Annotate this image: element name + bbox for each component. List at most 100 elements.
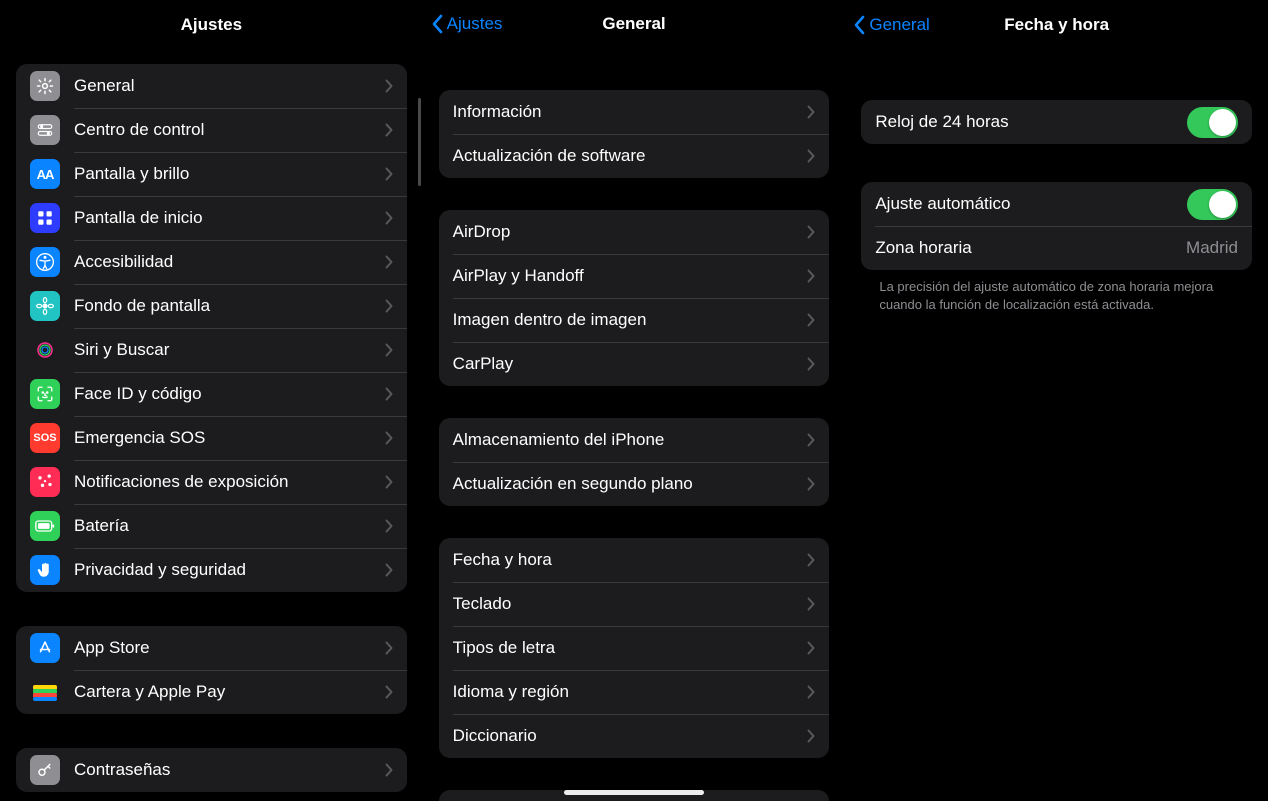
row-label: Ajuste automático xyxy=(875,194,1010,214)
settings-row[interactable]: SOSEmergencia SOS xyxy=(16,416,407,460)
toggle-auto[interactable] xyxy=(1187,189,1238,220)
chevron-right-icon xyxy=(385,685,393,699)
wallet-icon xyxy=(30,677,60,707)
general-row[interactable]: Idioma y región xyxy=(439,670,830,714)
settings-row[interactable]: Siri y Buscar xyxy=(16,328,407,372)
chevron-right-icon xyxy=(385,431,393,445)
grid-icon xyxy=(30,203,60,233)
settings-row[interactable]: Cartera y Apple Pay xyxy=(16,670,407,714)
general-row[interactable]: Información xyxy=(439,90,830,134)
chevron-right-icon xyxy=(807,269,815,283)
gear-icon xyxy=(30,71,60,101)
dots-icon xyxy=(30,467,60,497)
general-row[interactable]: Fecha y hora xyxy=(439,538,830,582)
chevron-right-icon xyxy=(385,343,393,357)
general-row[interactable]: Tipos de letra xyxy=(439,626,830,670)
general-row[interactable]: Actualización de software xyxy=(439,134,830,178)
row-label: Pantalla y brillo xyxy=(74,164,189,184)
scroll-thumb[interactable] xyxy=(418,98,421,186)
nav-general: Ajustes General xyxy=(423,0,846,48)
chevron-right-icon xyxy=(807,149,815,163)
title-text: Ajustes xyxy=(181,15,242,35)
row-label: Fecha y hora xyxy=(453,550,552,570)
siri-icon xyxy=(30,335,60,365)
row-label: AirPlay y Handoff xyxy=(453,266,584,286)
general-row[interactable]: Actualización en segundo plano xyxy=(439,462,830,506)
chevron-right-icon xyxy=(807,313,815,327)
chevron-left-icon xyxy=(431,14,443,34)
general-row[interactable]: Imagen dentro de imagen xyxy=(439,298,830,342)
general-row[interactable]: Diccionario xyxy=(439,714,830,758)
appstore-icon xyxy=(30,633,60,663)
general-row[interactable]: AirPlay y Handoff xyxy=(439,254,830,298)
key-icon xyxy=(30,755,60,785)
settings-row[interactable]: Contraseñas xyxy=(16,748,407,792)
chevron-right-icon xyxy=(807,357,815,371)
row-label: Pantalla de inicio xyxy=(74,208,203,228)
settings-row[interactable]: Centro de control xyxy=(16,108,407,152)
row-label: Idioma y región xyxy=(453,682,569,702)
row-label: Actualización en segundo plano xyxy=(453,474,693,494)
row-label: Notificaciones de exposición xyxy=(74,472,289,492)
row-label: Reloj de 24 horas xyxy=(875,112,1008,132)
back-to-general[interactable]: General xyxy=(853,15,929,35)
row-label: Información xyxy=(453,102,542,122)
row-label: App Store xyxy=(74,638,150,658)
row-label: AirDrop xyxy=(453,222,511,242)
screen-datetime: General Fecha y hora Reloj de 24 horas A… xyxy=(845,0,1268,801)
row-24h-clock[interactable]: Reloj de 24 horas xyxy=(861,100,1252,144)
screen-general: Ajustes General Información Actualización… xyxy=(423,0,846,801)
sos-icon: SOS xyxy=(30,423,60,453)
settings-row[interactable]: Notificaciones de exposición xyxy=(16,460,407,504)
settings-row[interactable]: Privacidad y seguridad xyxy=(16,548,407,592)
general-row[interactable]: Teclado xyxy=(439,582,830,626)
chevron-left-icon xyxy=(853,15,865,35)
back-to-settings[interactable]: Ajustes xyxy=(431,14,503,34)
chevron-right-icon xyxy=(385,255,393,269)
switches-icon xyxy=(30,115,60,145)
settings-row[interactable]: Accesibilidad xyxy=(16,240,407,284)
row-label: Zona horaria xyxy=(875,238,971,258)
row-label: Privacidad y seguridad xyxy=(74,560,246,580)
row-label: Imagen dentro de imagen xyxy=(453,310,647,330)
general-row[interactable]: CarPlay xyxy=(439,342,830,386)
chevron-right-icon xyxy=(807,433,815,447)
settings-row[interactable]: General xyxy=(16,64,407,108)
row-label: Face ID y código xyxy=(74,384,202,404)
aa-icon: AA xyxy=(30,159,60,189)
row-label: Contraseñas xyxy=(74,760,170,780)
chevron-right-icon xyxy=(807,685,815,699)
row-label: Fondo de pantalla xyxy=(74,296,210,316)
chevron-right-icon xyxy=(807,225,815,239)
datetime-content: Reloj de 24 horas Ajuste automático Zona… xyxy=(845,50,1268,801)
timezone-footer-note: La precisión del ajuste automático de zo… xyxy=(861,270,1252,313)
home-indicator[interactable] xyxy=(564,790,704,795)
settings-row[interactable]: App Store xyxy=(16,626,407,670)
row-label: Almacenamiento del iPhone xyxy=(453,430,665,450)
chevron-right-icon xyxy=(807,553,815,567)
settings-row[interactable]: Pantalla de inicio xyxy=(16,196,407,240)
row-label: Actualización de software xyxy=(453,146,646,166)
row-timezone[interactable]: Zona horaria Madrid xyxy=(861,226,1252,270)
settings-row[interactable]: Fondo de pantalla xyxy=(16,284,407,328)
settings-content: General Centro de control AA Pantalla y bri… xyxy=(0,50,423,801)
settings-row[interactable]: Face ID y código xyxy=(16,372,407,416)
row-label: CarPlay xyxy=(453,354,513,374)
row-label: Centro de control xyxy=(74,120,204,140)
settings-row[interactable]: AA Pantalla y brillo xyxy=(16,152,407,196)
general-row[interactable]: AirDrop xyxy=(439,210,830,254)
chevron-right-icon xyxy=(385,167,393,181)
chevron-right-icon xyxy=(385,475,393,489)
back-label: Ajustes xyxy=(447,14,503,34)
row-auto-set[interactable]: Ajuste automático xyxy=(861,182,1252,226)
general-row[interactable]: Almacenamiento del iPhone xyxy=(439,418,830,462)
screen-settings: Ajustes General Centro de control AA Pantal… xyxy=(0,0,423,801)
chevron-right-icon xyxy=(385,563,393,577)
settings-row[interactable]: Batería xyxy=(16,504,407,548)
row-label: Accesibilidad xyxy=(74,252,173,272)
nav-datetime: General Fecha y hora xyxy=(845,0,1268,50)
chevron-right-icon xyxy=(385,387,393,401)
hand-icon xyxy=(30,555,60,585)
toggle-24h[interactable] xyxy=(1187,107,1238,138)
chevron-right-icon xyxy=(807,641,815,655)
